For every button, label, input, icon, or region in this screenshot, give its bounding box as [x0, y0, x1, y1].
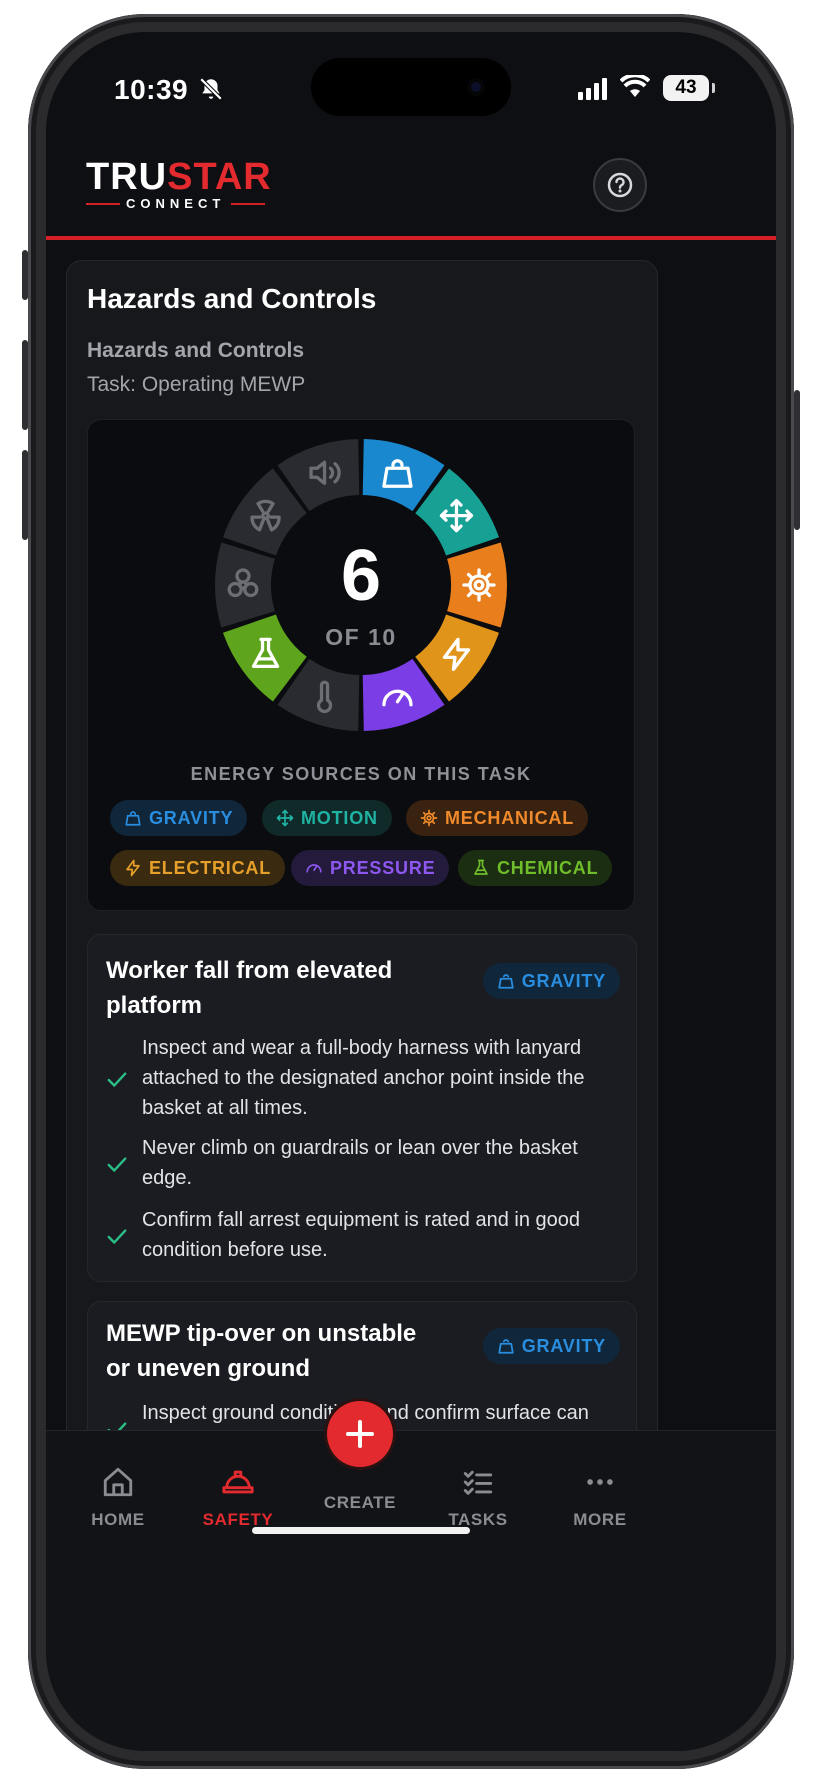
nav-home-label: HOME [91, 1510, 145, 1529]
control-text: Inspect and wear a full-body harness wit… [142, 1037, 585, 1119]
card-title: Hazards and Controls [87, 283, 377, 314]
energy-of-label: OF 10 [325, 624, 396, 650]
hazard-tag-gravity[interactable]: GRAVITY [482, 963, 620, 999]
energy-chip-label: ELECTRICAL [149, 857, 271, 878]
hazards-card: Hazards and Controls Hazards and Control… [66, 260, 658, 1455]
help-button[interactable] [593, 158, 647, 212]
bottom-nav: HOME SAFETY CREATE TASKS MORE [46, 1401, 776, 1751]
energy-wheel: 6 OF 10 [215, 439, 507, 731]
check-icon [107, 1072, 127, 1087]
task-label: Task: Operating MEWP [87, 373, 306, 396]
gauge-icon [306, 864, 322, 873]
energy-chip-gravity[interactable]: GRAVITY [110, 800, 248, 836]
flask-icon [474, 859, 488, 875]
app-header: TRUSTAR CONNECT [46, 132, 776, 240]
energy-chip-electrical[interactable]: ELECTRICAL [110, 850, 285, 886]
logo-line-right [231, 202, 266, 205]
hazard-tag-label: GRAVITY [521, 1335, 606, 1356]
energy-chip-label: CHEMICAL [497, 857, 599, 878]
volume-down-button [22, 450, 28, 540]
nav-tasks[interactable]: TASKS [418, 1465, 538, 1530]
home-icon [103, 1467, 133, 1497]
hazard-card[interactable]: Worker fall from elevated platform GRAVI… [87, 934, 637, 1282]
energy-count: 6 [341, 536, 381, 616]
logo-line-left [86, 202, 120, 205]
more-dots-icon [587, 1479, 613, 1485]
mute-switch [22, 250, 28, 300]
phone-screen: 10:39 43 TRUSTAR CONNECT Hazards and Con… [46, 32, 776, 1751]
control-text: Never climb on guardrails or lean over t… [142, 1137, 578, 1189]
energy-chip-pressure[interactable]: PRESSURE [291, 850, 450, 886]
weight-icon [498, 1339, 514, 1354]
weight-icon [498, 974, 514, 989]
control-item: Confirm fall arrest equipment is rated a… [106, 1205, 616, 1265]
nav-create-label[interactable]: CREATE [300, 1493, 420, 1513]
power-button [794, 390, 800, 530]
hazard-tag-label: GRAVITY [521, 970, 606, 991]
status-bar: 10:39 43 [46, 32, 776, 142]
camera-dot [467, 78, 485, 96]
logo-text-white: TRU [86, 156, 168, 198]
logo-subtext: CONNECT [126, 196, 226, 211]
energy-chip-label: MECHANICAL [445, 807, 574, 828]
energy-chip-motion[interactable]: MOTION [262, 800, 392, 836]
check-icon [107, 1157, 127, 1172]
lightning-icon [126, 859, 140, 877]
create-button[interactable] [327, 1401, 393, 1467]
control-text: Confirm fall arrest equipment is rated a… [142, 1209, 581, 1261]
nav-safety[interactable]: SAFETY [178, 1465, 298, 1530]
hazard-title: MEWP tip-over on unstable or uneven grou… [106, 1320, 417, 1382]
energy-chip-label: GRAVITY [149, 807, 234, 828]
control-item: Inspect and wear a full-body harness wit… [106, 1033, 616, 1123]
move-arrows-icon [276, 809, 294, 827]
cell-signal-icon [578, 78, 607, 100]
energy-chip-label: MOTION [301, 807, 378, 828]
gear-icon [420, 809, 438, 827]
home-indicator[interactable] [252, 1527, 470, 1534]
wheel-segment-mechanical [447, 542, 507, 628]
bell-slash-icon [199, 77, 223, 101]
checklist-icon [463, 1470, 493, 1495]
nav-home[interactable]: HOME [58, 1465, 178, 1530]
energy-caption: ENERGY SOURCES ON THIS TASK [190, 764, 532, 784]
hard-hat-icon [222, 1470, 254, 1494]
weight-icon [125, 811, 141, 826]
nav-more[interactable]: MORE [540, 1465, 660, 1530]
volume-up-button [22, 340, 28, 430]
energy-chip-chemical[interactable]: CHEMICAL [458, 850, 613, 886]
status-time: 10:39 [114, 74, 189, 105]
battery-indicator: 43 [663, 75, 715, 101]
card-subtitle: Hazards and Controls [87, 339, 305, 362]
nav-more-label: MORE [573, 1510, 627, 1529]
energy-chip-mechanical[interactable]: MECHANICAL [406, 800, 588, 836]
logo-text-red: STAR [167, 156, 272, 198]
question-circle-icon [607, 172, 633, 198]
energy-panel: 6 OF 10 ENERGY SOURCES ON THIS TASK GRAV… [87, 419, 635, 911]
dynamic-island [311, 58, 511, 116]
plus-icon [346, 1420, 374, 1448]
check-icon [107, 1229, 127, 1244]
control-item: Never climb on guardrails or lean over t… [106, 1133, 616, 1193]
energy-chip-label: PRESSURE [330, 857, 436, 878]
content-scroll[interactable]: Hazards and Controls Hazards and Control… [46, 240, 776, 1455]
hazard-title: Worker fall from elevated platform [106, 957, 393, 1019]
hazard-tag-gravity[interactable]: GRAVITY [482, 1328, 620, 1364]
trustar-logo[interactable]: TRUSTAR CONNECT [86, 158, 276, 214]
wifi-icon [620, 75, 650, 97]
